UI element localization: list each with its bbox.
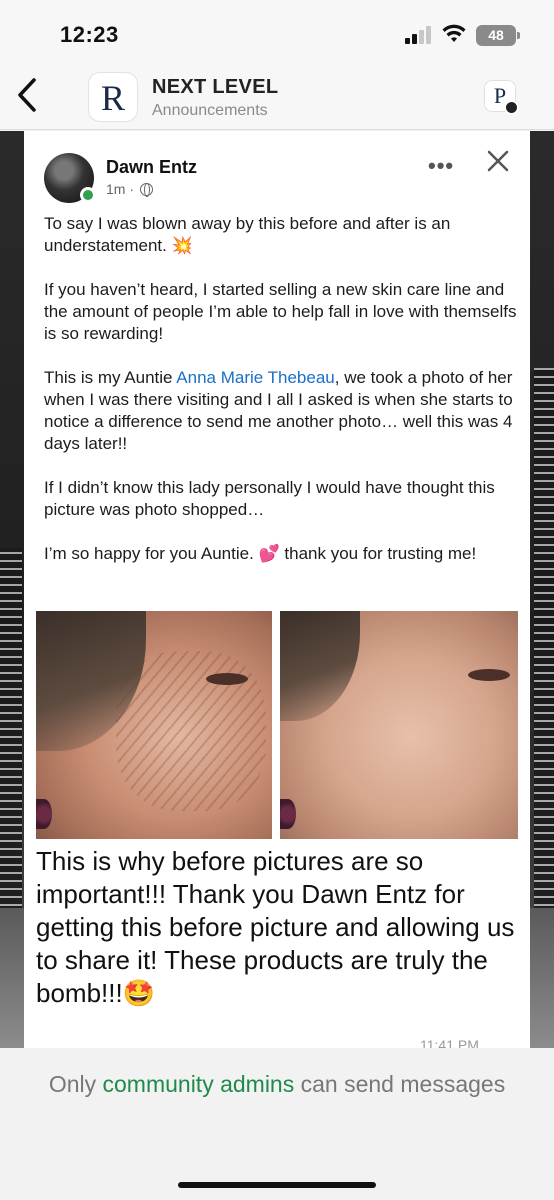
chevron-badge-icon: [504, 100, 519, 115]
message-caption: This is why before pictures are so impor…: [36, 846, 515, 1008]
post-paragraph: If you haven’t heard, I started selling …: [44, 280, 517, 343]
home-indicator[interactable]: [178, 1182, 376, 1188]
earring: [36, 799, 52, 829]
earring: [280, 799, 296, 829]
post-time-separator: ·: [125, 181, 138, 197]
before-photo: [36, 611, 272, 839]
signal-icon: [405, 26, 433, 44]
back-button[interactable]: [8, 72, 44, 118]
post-author: Dawn Entz: [106, 157, 198, 177]
notice-suffix: can send messages: [294, 1071, 506, 1097]
globe-icon: [139, 183, 153, 197]
post-text: This is my Auntie: [44, 368, 177, 387]
profile-button[interactable]: P: [484, 80, 519, 115]
post-paragraph: To say I was blown away by this before a…: [44, 214, 451, 255]
status-bar: 12:23 48: [0, 0, 554, 60]
post-paragraph: If I didn’t know this lady personally I …: [44, 478, 495, 519]
more-options-icon: •••: [428, 153, 455, 178]
post-time-value: 1m: [106, 181, 126, 197]
post-timestamp: 1m ·: [106, 181, 153, 197]
shared-post-screenshot: Dawn Entz 1m · ••• To say I was blown aw…: [24, 131, 530, 611]
message-bubble[interactable]: Dawn Entz 1m · ••• To say I was blown aw…: [24, 131, 530, 1048]
notice-prefix: Only: [48, 1071, 103, 1097]
post-paragraph: I’m so happy for you Auntie. 💕 thank you…: [44, 544, 477, 563]
admin-only-notice: Only community admins can send messages: [40, 1068, 514, 1101]
close-icon: [487, 150, 509, 172]
after-photo: [280, 611, 518, 839]
battery-icon: 48: [476, 25, 520, 46]
composer-disabled-notice: Only community admins can send messages: [0, 1048, 554, 1200]
post-paragraph: This is my Auntie Anna Marie Thebeau, we…: [44, 367, 520, 455]
message-time: 11:41 PM: [420, 1037, 479, 1048]
post-body: To say I was blown away by this before a…: [44, 213, 520, 587]
community-admins-link[interactable]: community admins: [103, 1071, 295, 1097]
wifi-icon: [442, 24, 466, 42]
chat-header: R NEXT LEVEL Announcements P: [0, 60, 554, 130]
online-status-icon: [80, 187, 96, 203]
mention-link: Anna Marie Thebeau: [176, 368, 335, 387]
group-subtitle: Announcements: [152, 102, 268, 119]
group-logo[interactable]: R: [88, 72, 138, 122]
status-time: 12:23: [60, 22, 119, 47]
group-title[interactable]: NEXT LEVEL: [152, 76, 278, 99]
